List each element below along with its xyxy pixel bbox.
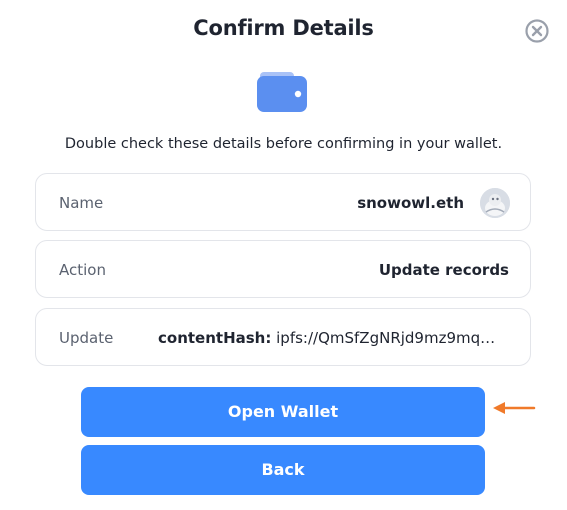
detail-row-update: Update contentHash: ipfs://QmSfZgNRjd9mz… (35, 308, 531, 366)
detail-label: Update (59, 329, 114, 347)
detail-row-action: Action Update records (35, 240, 531, 298)
detail-row-name: Name snowowl.eth (35, 173, 531, 231)
confirm-details-dialog: Confirm Details Double check these detai… (0, 0, 567, 510)
open-wallet-button[interactable]: Open Wallet (81, 387, 485, 437)
arrow-left-icon (492, 400, 536, 414)
detail-value: snowowl.eth (357, 194, 464, 212)
wallet-icon (256, 70, 308, 114)
detail-label: Action (59, 261, 106, 279)
dialog-title: Confirm Details (193, 16, 374, 40)
back-button[interactable]: Back (81, 445, 485, 495)
record-value: ipfs://QmSfZgNRjd9mz9mqT... (276, 329, 496, 347)
record-key: contentHash: (158, 329, 272, 347)
detail-value: Update records (378, 261, 509, 279)
detail-value: contentHash: ipfs://QmSfZgNRjd9mz9mqT... (158, 309, 496, 367)
avatar (480, 188, 510, 218)
close-icon[interactable] (524, 18, 550, 44)
dialog-subtitle: Double check these details before confir… (64, 136, 503, 152)
detail-label: Name (59, 194, 104, 212)
